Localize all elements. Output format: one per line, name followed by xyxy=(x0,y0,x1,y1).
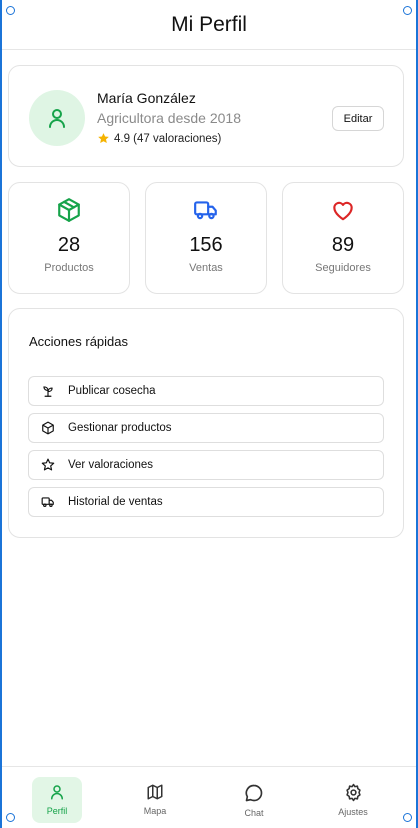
profile-rating: 4.9 (47 valoraciones) xyxy=(97,132,221,145)
frame-corner-handle xyxy=(403,6,412,15)
stat-card-seguidores[interactable]: 89 Seguidores xyxy=(282,182,404,294)
nav-label: Chat xyxy=(244,808,264,818)
avatar xyxy=(29,90,85,146)
box-icon xyxy=(41,421,55,435)
stat-label: Ventas xyxy=(189,262,223,274)
frame-corner-handle xyxy=(6,813,15,822)
gear-icon xyxy=(344,783,363,802)
publish-harvest-button[interactable]: Publicar cosecha xyxy=(28,376,384,406)
action-label: Gestionar productos xyxy=(68,422,172,434)
profile-role: Agricultora desde 2018 xyxy=(97,110,241,126)
stat-value: 156 xyxy=(189,234,223,256)
bottom-nav: Perfil Mapa Chat Ajustes xyxy=(2,766,416,828)
edit-profile-button[interactable]: Editar xyxy=(332,106,384,131)
user-icon xyxy=(45,106,69,130)
manage-products-button[interactable]: Gestionar productos xyxy=(28,413,384,443)
stat-card-ventas[interactable]: 156 Ventas xyxy=(145,182,267,294)
profile-card: María González Agricultora desde 2018 4.… xyxy=(8,65,404,167)
nav-item-mapa[interactable]: Mapa xyxy=(130,777,180,823)
frame-corner-handle xyxy=(403,813,412,822)
quick-actions-card: Acciones rápidas Publicar cosecha Gestio… xyxy=(8,308,404,538)
chat-icon xyxy=(244,783,264,803)
user-icon xyxy=(48,783,66,801)
rating-text: 4.9 (47 valoraciones) xyxy=(114,132,222,145)
stat-label: Seguidores xyxy=(315,262,371,274)
nav-item-chat[interactable]: Chat xyxy=(229,777,279,823)
nav-item-perfil[interactable]: Perfil xyxy=(32,777,82,823)
stat-value: 28 xyxy=(57,234,81,256)
action-label: Ver valoraciones xyxy=(68,459,154,471)
star-icon xyxy=(97,132,110,145)
view-ratings-button[interactable]: Ver valoraciones xyxy=(28,450,384,480)
box-icon xyxy=(56,197,82,223)
action-label: Publicar cosecha xyxy=(68,385,156,397)
profile-name: María González xyxy=(97,90,196,106)
page-title: Mi Perfil xyxy=(171,12,247,36)
truck-icon xyxy=(193,197,219,223)
sales-history-button[interactable]: Historial de ventas xyxy=(28,487,384,517)
action-label: Historial de ventas xyxy=(68,496,163,508)
frame-corner-handle xyxy=(6,6,15,15)
stat-value: 89 xyxy=(331,234,355,256)
truck-icon xyxy=(41,495,55,509)
map-icon xyxy=(146,783,164,801)
sprout-icon xyxy=(41,384,55,398)
nav-label: Mapa xyxy=(143,806,167,816)
quick-actions-title: Acciones rápidas xyxy=(29,334,128,349)
nav-label: Perfil xyxy=(46,806,68,816)
app-header: Mi Perfil xyxy=(2,0,416,50)
stat-label: Productos xyxy=(44,262,94,274)
stat-card-productos[interactable]: 28 Productos xyxy=(8,182,130,294)
nav-item-ajustes[interactable]: Ajustes xyxy=(328,777,378,823)
star-icon xyxy=(41,458,55,472)
nav-label: Ajustes xyxy=(338,807,368,817)
heart-icon xyxy=(330,197,356,223)
